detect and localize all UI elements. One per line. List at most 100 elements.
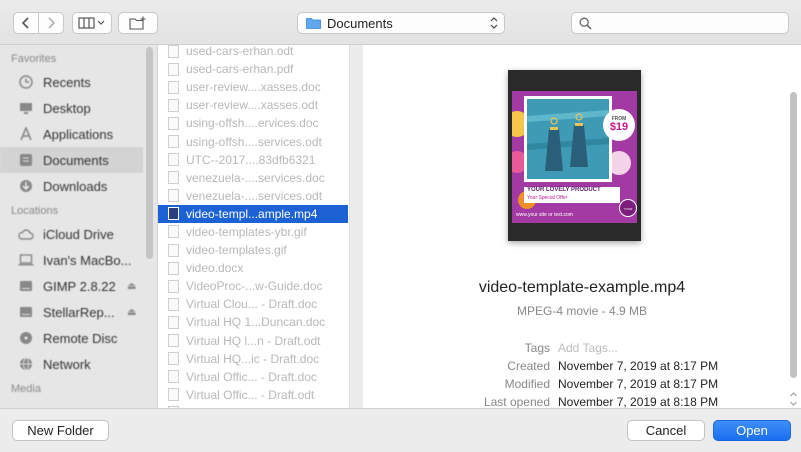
file-row[interactable]: VideoProc-...w-Guide.doc	[158, 277, 349, 295]
caption-subtitle: Your Special Offer	[527, 195, 568, 201]
file-row[interactable]: video-templates.gif	[158, 241, 349, 259]
folder-icon	[306, 18, 321, 29]
columns-view-icon	[78, 17, 105, 29]
file-name: used-cars-erhan.pdf	[186, 62, 294, 77]
file-name: using-offsh....services.odt	[186, 134, 322, 149]
file-row[interactable]: used-cars-erhan.odt	[158, 45, 349, 60]
file-name: used-cars-erhan.odt	[186, 45, 294, 59]
documents-icon	[18, 152, 34, 168]
file-row[interactable]: Virtual Clou... - Draft.doc	[158, 295, 349, 313]
file-name: video-templ...ample.mp4	[186, 206, 318, 221]
tags-field[interactable]: Add Tags...	[558, 341, 618, 355]
file-icon	[168, 279, 179, 293]
sidebar-item-label: Downloads	[43, 178, 108, 194]
file-icon	[168, 171, 179, 185]
file-row[interactable]: Virtual HQ l...n - Draft.odt	[158, 332, 349, 350]
new-folder-button[interactable]: New Folder	[12, 420, 109, 441]
file-row[interactable]: using-offsh....services.odt	[158, 132, 349, 150]
file-name: venezuela-....services.odt	[186, 188, 323, 203]
file-icon	[168, 62, 179, 76]
sidebar-item-label: Ivan's MacBo...	[43, 252, 132, 268]
tags-label: Tags	[524, 341, 550, 355]
sidebar-item-label: GIMP 2.8.22	[43, 278, 116, 294]
file-icon	[168, 80, 179, 94]
caption-footer: www.your site or text.com	[516, 212, 573, 218]
file-row[interactable]: venezuela-....services.doc	[158, 169, 349, 187]
sidebar-item-downloads[interactable]: Downloads	[0, 173, 157, 199]
file-name: Virtual Offic... - Draft.doc	[186, 369, 317, 384]
preview-pane: FROM $19 YOUR LOVELY PRODUCT Your Specia…	[363, 45, 801, 408]
file-icon	[168, 315, 179, 329]
media-header: Media	[11, 383, 41, 395]
file-name: user-review....xasses.odt	[186, 98, 319, 113]
file-icon	[168, 370, 179, 384]
chevron-left-icon	[21, 17, 29, 29]
file-name: using-offsh....ervices.doc	[186, 116, 319, 131]
sidebar-item-label: Remote Disc	[43, 330, 118, 346]
file-name: Virtual HQ l...n - Draft.odt	[186, 333, 321, 348]
popup-arrows-icon	[490, 17, 498, 29]
sidebar-item-icloud-drive[interactable]: iCloud Drive	[0, 221, 157, 247]
search-field[interactable]	[571, 12, 789, 34]
forward-button[interactable]	[38, 12, 64, 34]
preview-type-size: MPEG-4 movie - 4.9 MB	[516, 304, 648, 318]
file-row[interactable]: Virtual Offic... - Draft.odt	[158, 386, 349, 404]
file-row[interactable]: using-offsh....ervices.doc	[158, 114, 349, 132]
created-value: November 7, 2019 at 8:17 PM	[558, 359, 719, 373]
file-icon	[168, 225, 179, 239]
sidebar-item-network[interactable]: Network	[0, 351, 157, 377]
location-popup[interactable]: Documents	[297, 12, 505, 34]
preview-scrollbar[interactable]	[790, 92, 797, 378]
sidebar-item-stellarrep[interactable]: StellarRep... ⏏	[0, 299, 157, 325]
open-button[interactable]: Open	[713, 420, 791, 441]
eject-icon[interactable]: ⏏	[127, 281, 136, 292]
disc-icon	[18, 330, 34, 346]
sidebar-item-applications[interactable]: Applications	[0, 121, 157, 147]
file-icon	[168, 261, 179, 275]
sidebar-item-recents[interactable]: Recents	[0, 69, 157, 95]
preview-filename: video-template-example.mp4	[478, 279, 686, 296]
sidebar-item-gimp-2-8-22[interactable]: GIMP 2.8.22 ⏏	[0, 273, 157, 299]
file-row[interactable]: user-review....xasses.doc	[158, 78, 349, 96]
sidebar-item-documents[interactable]: Documents	[0, 147, 143, 173]
sidebar-item-remote-disc[interactable]: Remote Disc	[0, 325, 157, 351]
eject-icon[interactable]: ⏏	[127, 307, 136, 318]
file-row[interactable]: user-review....xasses.odt	[158, 96, 349, 114]
file-row[interactable]: UTC--2017....83dfb6321	[158, 151, 349, 169]
file-row[interactable]: video.docx	[158, 259, 349, 277]
file-icon	[168, 189, 179, 203]
scroll-arrows-icon[interactable]	[790, 392, 797, 406]
network-icon	[18, 356, 34, 372]
file-icon	[168, 297, 179, 311]
file-name: video-templates-ybr.gif	[186, 224, 307, 239]
file-icon	[168, 243, 179, 257]
location-label: Documents	[327, 15, 393, 31]
price-badge: FROM $19	[603, 109, 635, 141]
file-row[interactable]: Virtual HQ 1...Duncan.doc	[158, 313, 349, 331]
file-name: video-templates.gif	[186, 243, 287, 258]
file-row[interactable]: Virtual Offic... - Draft.doc	[158, 368, 349, 386]
file-row[interactable]: Virtual HQ...ic - Draft.doc	[158, 350, 349, 368]
new-folder-toolbar-button[interactable]	[118, 12, 158, 34]
dialog-footer: New Folder Cancel Open	[0, 408, 801, 452]
file-name: UTC--2017....83dfb6321	[186, 152, 316, 167]
sidebar-item-label: iCloud Drive	[43, 226, 114, 242]
file-row[interactable]: video-templates-ybr.gif	[158, 223, 349, 241]
sidebar-item-label: Desktop	[43, 100, 91, 116]
favorites-header: Favorites	[11, 53, 57, 65]
file-icon	[168, 116, 179, 130]
desktop-icon	[18, 100, 34, 116]
logo-badge: YOUR LOGO HERE	[619, 199, 637, 217]
sidebar-item-desktop[interactable]: Desktop	[0, 95, 157, 121]
back-button[interactable]	[13, 12, 39, 34]
sidebar-item-ivan-s-macbo[interactable]: Ivan's MacBo...	[0, 247, 157, 273]
view-mode-button[interactable]	[72, 12, 112, 34]
file-row[interactable]: venezuela-....services.odt	[158, 187, 349, 205]
file-name: VideoProc-...w-Guide.doc	[186, 279, 323, 294]
cancel-button[interactable]: Cancel	[627, 420, 705, 441]
drive-icon	[18, 278, 34, 294]
file-row[interactable]: video-templ...ample.mp4	[158, 204, 348, 223]
file-row[interactable]: used-cars-erhan.pdf	[158, 60, 349, 78]
file-name: Virtual Offic... - Draft.odt	[186, 387, 315, 402]
thumbnail-artwork: FROM $19 YOUR LOVELY PRODUCT Your Specia…	[512, 91, 637, 223]
